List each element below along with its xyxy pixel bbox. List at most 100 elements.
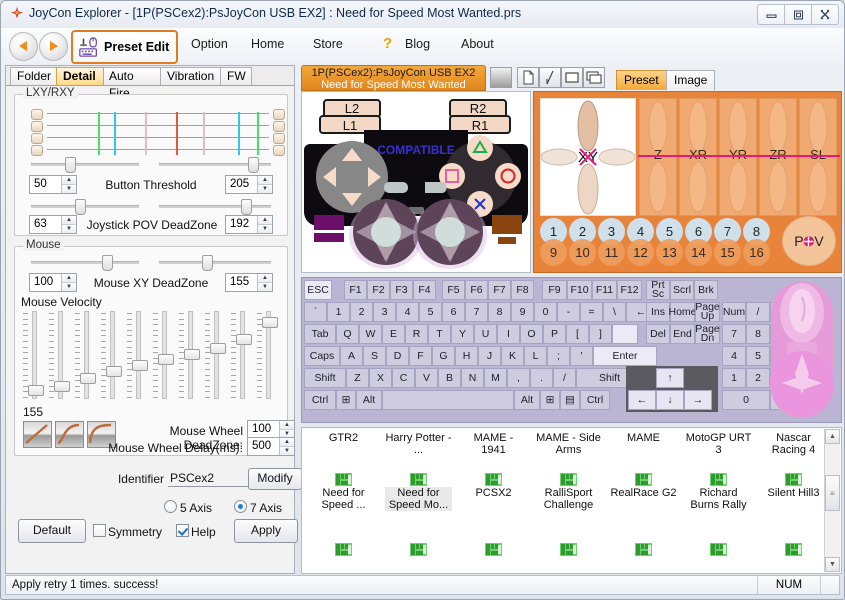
key-8[interactable]: 8: [488, 302, 511, 322]
tab-folder[interactable]: Folder: [10, 67, 58, 85]
wheel-delay-value[interactable]: 500 ▲ ▼: [247, 437, 295, 456]
velocity-slider-8[interactable]: [205, 311, 226, 399]
key-arrow-right[interactable]: →: [684, 390, 712, 410]
button-threshold-left-value[interactable]: 50 ▲ ▼: [29, 175, 77, 194]
velocity-thumb[interactable]: [28, 385, 44, 397]
xy-axis-cell[interactable]: XY: [540, 98, 636, 216]
key-f12[interactable]: F12: [617, 280, 642, 300]
key-i[interactable]: I: [497, 324, 520, 344]
button-threshold-right-value[interactable]: 205 ▲ ▼: [225, 175, 273, 194]
key-3[interactable]: 3: [373, 302, 396, 322]
pad-button-9[interactable]: 9: [540, 239, 567, 266]
axis-knob-r2[interactable]: [273, 121, 285, 132]
pov-deadzone-left-slider[interactable]: [31, 199, 139, 215]
axis-knob-l1[interactable]: [31, 109, 43, 120]
button-threshold-left-slider[interactable]: [31, 157, 139, 173]
pov-left-spinner[interactable]: ▲ ▼: [61, 216, 76, 233]
velocity-thumb[interactable]: [184, 348, 200, 360]
cascade-window-button[interactable]: [583, 67, 605, 88]
velocity-thumb[interactable]: [54, 381, 70, 393]
key-1[interactable]: 1: [327, 302, 350, 322]
menu-item-home[interactable]: Home: [251, 37, 284, 51]
axis-knob-r1[interactable]: [273, 109, 285, 120]
game-list-item[interactable]: [760, 542, 827, 557]
key-scrl[interactable]: Scrl: [670, 280, 694, 300]
mxy-left-spinner[interactable]: ▲ ▼: [61, 274, 76, 291]
mouse-xy-left-slider[interactable]: [31, 255, 139, 271]
key-q[interactable]: Q: [336, 324, 359, 344]
open-arrow-button[interactable]: [539, 67, 561, 88]
key-end[interactable]: End: [670, 324, 695, 344]
pad-button-13[interactable]: 13: [656, 239, 683, 266]
identifier-input[interactable]: [168, 469, 250, 487]
axis-marker-2[interactable]: [144, 112, 147, 155]
key-del[interactable]: Del: [646, 324, 670, 344]
axis-column-xr[interactable]: XR: [678, 98, 720, 216]
key-w[interactable]: W: [359, 324, 382, 344]
symmetry-checkbox[interactable]: [93, 524, 106, 537]
axis-marker-5[interactable]: [237, 112, 240, 155]
velocity-thumb[interactable]: [106, 365, 122, 377]
key--[interactable]: [: [566, 324, 589, 344]
key-j[interactable]: J: [478, 346, 501, 366]
key-numpad-0[interactable]: 0: [722, 390, 770, 410]
key-f5[interactable]: F5: [442, 280, 465, 300]
key-f7[interactable]: F7: [488, 280, 511, 300]
game-list-item[interactable]: [310, 542, 377, 557]
game-list-item[interactable]: Richard Burns Rally: [685, 472, 752, 511]
game-list-panel[interactable]: GTR2 Harry Potter - ... MAME - 1941 MAME - …: [301, 427, 842, 574]
mouse-xy-left-value[interactable]: 100 ▲ ▼: [29, 273, 77, 292]
key-f[interactable]: F: [409, 346, 432, 366]
pad-button-11[interactable]: 11: [598, 239, 625, 266]
key-esc[interactable]: ESC: [304, 280, 332, 300]
key-s[interactable]: S: [363, 346, 386, 366]
pad-button-10[interactable]: 10: [569, 239, 596, 266]
velocity-thumb[interactable]: [158, 354, 174, 366]
key-f2[interactable]: F2: [367, 280, 390, 300]
game-list-item[interactable]: MotoGP URT 3: [685, 432, 752, 456]
key-prt-sc[interactable]: Prt Sc: [646, 280, 670, 300]
key--[interactable]: /: [553, 368, 576, 388]
key-g[interactable]: G: [432, 346, 455, 366]
key--[interactable]: .: [530, 368, 553, 388]
radio-5-axis[interactable]: [164, 500, 177, 513]
tab-image[interactable]: Image: [666, 70, 716, 90]
key-arrow-up[interactable]: ↑: [656, 368, 684, 388]
axis-knob-r4[interactable]: [273, 145, 285, 156]
help-checkbox[interactable]: [176, 524, 189, 537]
key-v[interactable]: V: [415, 368, 438, 388]
maximize-button[interactable]: [785, 4, 812, 25]
key-7[interactable]: 7: [465, 302, 488, 322]
key-win-right[interactable]: ⊞: [540, 390, 560, 410]
bt-right-spinner[interactable]: ▲ ▼: [257, 176, 272, 193]
preset-edit-button[interactable]: Preset Edit: [71, 30, 179, 64]
game-list-item[interactable]: Need for Speed ...: [310, 472, 377, 511]
key-e[interactable]: E: [382, 324, 405, 344]
velocity-slider-4[interactable]: [101, 311, 122, 399]
axis-knob-l4[interactable]: [31, 145, 43, 156]
pad-button-12[interactable]: 12: [627, 239, 654, 266]
key-b[interactable]: B: [438, 368, 461, 388]
game-list-item[interactable]: GTR2: [310, 432, 377, 444]
key-ctrl-right[interactable]: Ctrl: [580, 390, 610, 410]
axis-marker-1[interactable]: [113, 112, 116, 155]
menu-item-blog[interactable]: Blog: [405, 37, 430, 51]
velocity-slider-6[interactable]: [153, 311, 174, 399]
key-n[interactable]: N: [461, 368, 484, 388]
axis-marker-board[interactable]: [29, 109, 287, 157]
game-list-item[interactable]: Harry Potter - ...: [385, 432, 452, 456]
key-f11[interactable]: F11: [592, 280, 617, 300]
key-win-left[interactable]: ⊞: [336, 390, 356, 410]
close-button[interactable]: [812, 4, 839, 25]
key-a[interactable]: A: [340, 346, 363, 366]
velocity-slider-7[interactable]: [179, 311, 200, 399]
velocity-slider-1[interactable]: [23, 311, 44, 399]
key--[interactable]: ]: [589, 324, 612, 344]
game-list-item[interactable]: MAME - Side Arms: [535, 432, 602, 456]
game-list-item[interactable]: Silent Hill3: [760, 472, 827, 499]
radio-7-axis[interactable]: [234, 500, 247, 513]
keyboard-mapping-panel[interactable]: ESC F1 F2 F3 F4 F5 F6 F7 F8 F9 F10 F11 F12 Prt Sc Scrl B…: [301, 277, 842, 423]
bt-left-spinner[interactable]: ▲ ▼: [61, 176, 76, 193]
nav-forward-button[interactable]: [39, 32, 68, 61]
curve-linear-button[interactable]: [23, 421, 52, 448]
